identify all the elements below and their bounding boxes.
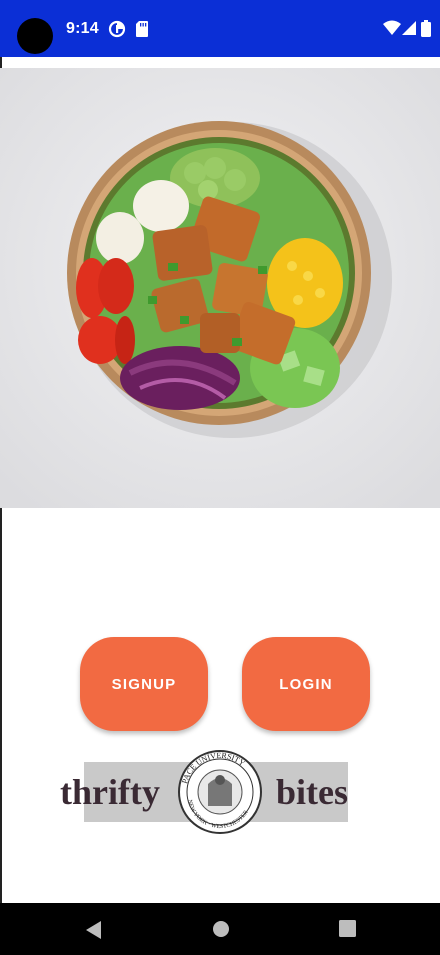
login-button[interactable]: LOGIN — [242, 637, 370, 731]
hero-image — [0, 68, 440, 508]
status-bar: 9:14 — [0, 0, 440, 57]
svg-text:bites: bites — [276, 772, 348, 812]
camera-cutout-icon — [17, 18, 53, 54]
signup-button[interactable]: SIGNUP — [80, 637, 208, 731]
svg-text:thrifty: thrifty — [60, 772, 160, 812]
thrifty-bites-logo: thrifty bites PACE UNIVERSITY NEW YORK ·… — [58, 750, 368, 835]
logo-graphic: thrifty bites PACE UNIVERSITY NEW YORK ·… — [60, 750, 348, 834]
status-time: 9:14 — [66, 20, 99, 37]
salad-bowl-photo — [0, 68, 440, 508]
battery-icon — [421, 20, 431, 37]
data-saver-icon — [108, 20, 126, 38]
sd-card-icon — [136, 21, 148, 37]
recents-icon[interactable] — [339, 920, 356, 937]
wifi-icon — [383, 20, 401, 35]
home-icon[interactable] — [212, 920, 230, 938]
signal-icon — [402, 21, 416, 35]
back-icon[interactable] — [85, 920, 103, 940]
navigation-bar — [0, 903, 440, 955]
